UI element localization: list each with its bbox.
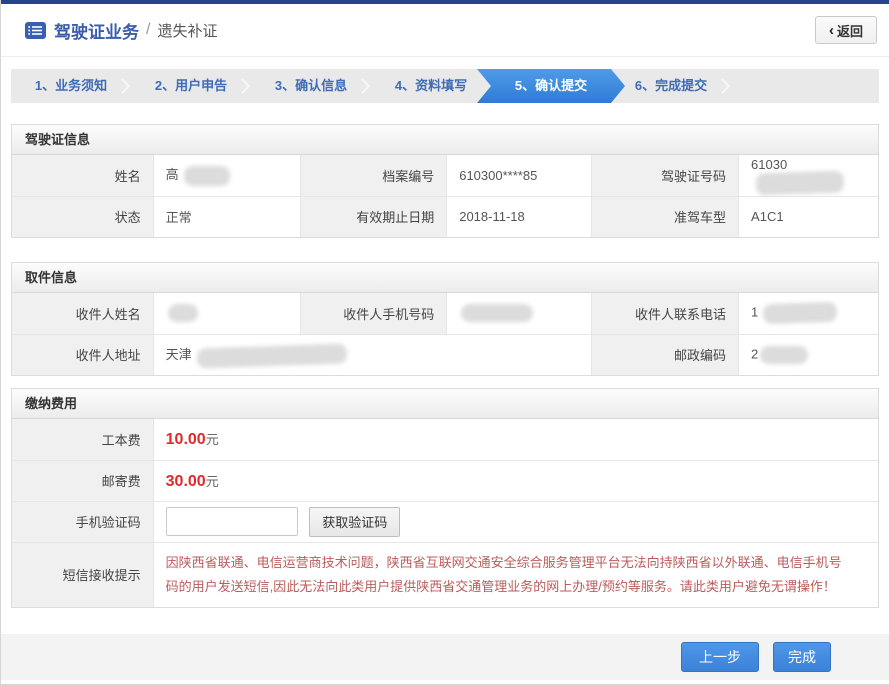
field-label-recipient-name: 收件人姓名: [12, 293, 153, 334]
list-icon: [25, 22, 46, 39]
fee-unit: 元: [206, 432, 219, 447]
field-label-recipient-mobile: 收件人手机号码: [300, 293, 446, 334]
page-panel: 驾驶证业务 / 遗失补证 ‹ 返回 1、业务须知 2、用户申告 3、确认信息 4…: [0, 0, 890, 685]
previous-step-button[interactable]: 上一步: [681, 642, 759, 672]
license-info-section: 驾驶证信息 姓名 高 档案编号 610300****85 驾驶证号码 61030…: [11, 124, 879, 238]
field-label-recipient-address: 收件人地址: [12, 334, 153, 375]
field-value-recipient-mobile: [447, 293, 592, 334]
payment-table: 工本费 10.00元 邮寄费 30.00元 手机验证码 获取验证码 短信接收提示…: [12, 419, 878, 607]
sms-code-input[interactable]: [166, 507, 298, 536]
step-5-confirm-submit-active: 5、确认提交: [477, 69, 625, 103]
step-2-user-declaration: 2、用户申告: [131, 69, 251, 103]
field-value-recipient-address: 天津: [153, 334, 591, 375]
pickup-info-section: 取件信息 收件人姓名 收件人手机号码 收件人联系电话 1 收件人地址 天津 邮政…: [11, 262, 879, 376]
field-value-vehicle-class: A1C1: [739, 196, 878, 237]
back-button-label: 返回: [837, 21, 863, 40]
field-value-license-number: 61030: [739, 155, 878, 196]
redacted-value: [760, 346, 808, 364]
field-value-recipient-name: [153, 293, 300, 334]
table-row: 姓名 高 档案编号 610300****85 驾驶证号码 61030: [12, 155, 878, 196]
field-value-production-fee: 10.00元: [153, 419, 878, 460]
field-label-postage-fee: 邮寄费: [12, 460, 153, 501]
page-title: 驾驶证业务: [54, 18, 139, 43]
table-row: 手机验证码 获取验证码: [12, 501, 878, 542]
redacted-value: [756, 170, 845, 195]
field-label-production-fee: 工本费: [12, 419, 153, 460]
field-label-vehicle-class: 准驾车型: [591, 196, 738, 237]
field-value-status: 正常: [153, 196, 300, 237]
field-label-postal-code: 邮政编码: [591, 334, 738, 375]
step-1-business-notes: 1、业务须知: [11, 69, 131, 103]
sms-notice-text: 因陕西省联通、电信运营商技术问题，陕西省互联网交通安全综合服务管理平台无法向持陕…: [166, 543, 878, 607]
redacted-value: [184, 166, 230, 186]
field-value-expiry-date: 2018-11-18: [447, 196, 592, 237]
field-label-expiry-date: 有效期止日期: [300, 196, 446, 237]
redacted-value: [168, 304, 198, 322]
fee-amount: 10.00: [166, 431, 206, 448]
redacted-value: [461, 304, 533, 322]
table-row: 收件人地址 天津 邮政编码 2: [12, 334, 878, 375]
field-label-status: 状态: [12, 196, 153, 237]
step-6-complete-submit: 6、完成提交: [611, 69, 731, 103]
action-footer: 上一步 完成: [1, 634, 889, 680]
step-3-confirm-info: 3、确认信息: [251, 69, 371, 103]
field-value-file-number: 610300****85: [447, 155, 592, 196]
field-value-recipient-phone: 1: [739, 293, 878, 334]
chevron-left-icon: ‹: [829, 23, 834, 38]
field-value-postage-fee: 30.00元: [153, 460, 878, 501]
pickup-section-title: 取件信息: [12, 263, 878, 293]
table-row: 邮寄费 30.00元: [12, 460, 878, 501]
field-label-name: 姓名: [12, 155, 153, 196]
pickup-info-table: 收件人姓名 收件人手机号码 收件人联系电话 1 收件人地址 天津 邮政编码 2: [12, 293, 878, 375]
field-value-name: 高: [153, 155, 300, 196]
fee-unit: 元: [206, 474, 219, 489]
field-sms-code: 获取验证码: [153, 501, 878, 542]
wizard-steps: 1、业务须知 2、用户申告 3、确认信息 4、资料填写 5、确认提交 6、完成提…: [11, 69, 879, 103]
field-label-license-number: 驾驶证号码: [591, 155, 738, 196]
breadcrumb-current: 遗失补证: [157, 20, 217, 41]
back-button[interactable]: ‹ 返回: [815, 16, 877, 44]
field-label-file-number: 档案编号: [300, 155, 446, 196]
license-section-title: 驾驶证信息: [12, 125, 878, 155]
payment-section-title: 缴纳费用: [12, 389, 878, 419]
table-row: 短信接收提示 因陕西省联通、电信运营商技术问题，陕西省互联网交通安全综合服务管理…: [12, 542, 878, 607]
redacted-value: [763, 302, 838, 325]
fee-amount: 30.00: [166, 473, 206, 490]
finish-button[interactable]: 完成: [773, 642, 831, 672]
payment-section: 缴纳费用 工本费 10.00元 邮寄费 30.00元 手机验证码 获取验证码 短…: [11, 388, 879, 608]
get-sms-code-button[interactable]: 获取验证码: [309, 507, 400, 537]
steps-filler: [731, 69, 879, 103]
field-label-sms-notice: 短信接收提示: [12, 542, 153, 607]
field-label-sms-code: 手机验证码: [12, 501, 153, 542]
table-row: 收件人姓名 收件人手机号码 收件人联系电话 1: [12, 293, 878, 334]
field-sms-notice: 因陕西省联通、电信运营商技术问题，陕西省互联网交通安全综合服务管理平台无法向持陕…: [153, 542, 878, 607]
table-row: 状态 正常 有效期止日期 2018-11-18 准驾车型 A1C1: [12, 196, 878, 237]
license-info-table: 姓名 高 档案编号 610300****85 驾驶证号码 61030 状态 正常…: [12, 155, 878, 237]
field-label-recipient-phone: 收件人联系电话: [591, 293, 738, 334]
redacted-value: [196, 343, 347, 368]
step-4-fill-data: 4、资料填写: [371, 69, 491, 103]
table-row: 工本费 10.00元: [12, 419, 878, 460]
breadcrumb-divider: /: [146, 21, 150, 39]
field-value-postal-code: 2: [739, 334, 878, 375]
page-header: 驾驶证业务 / 遗失补证 ‹ 返回: [1, 4, 889, 57]
